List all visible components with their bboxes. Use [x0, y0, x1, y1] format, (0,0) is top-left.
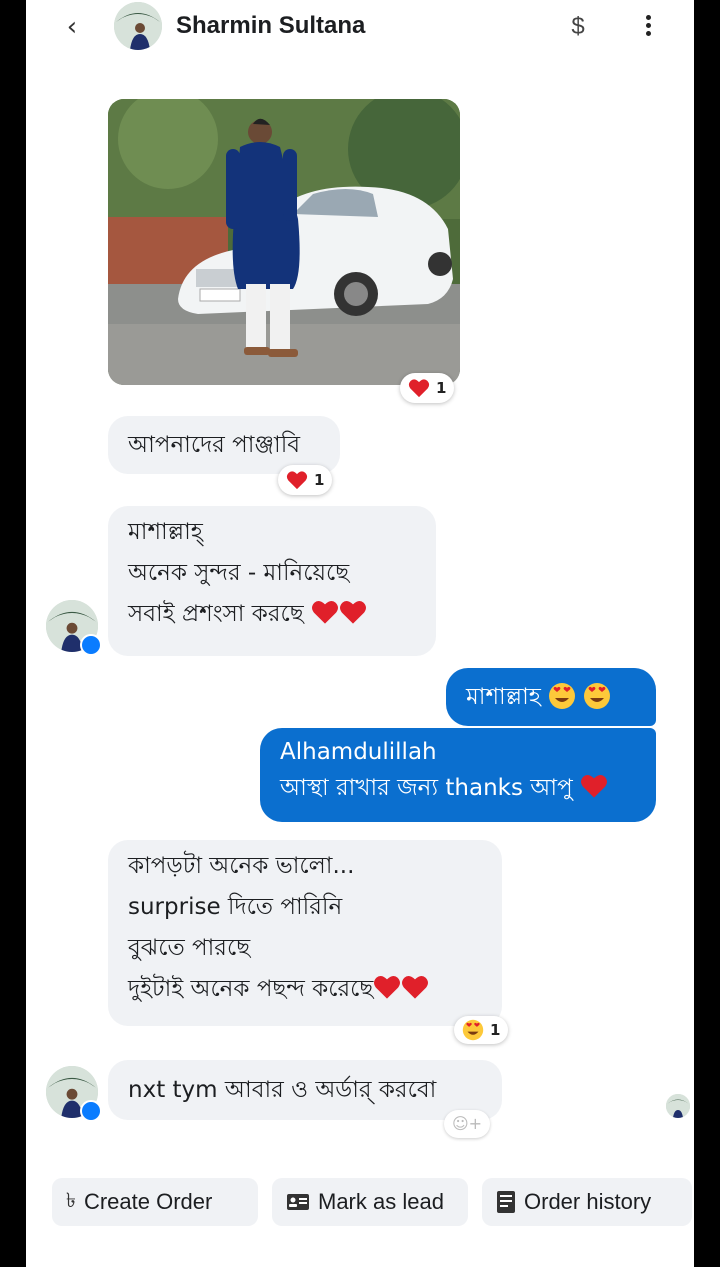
message-line: Alhamdulillah — [280, 739, 437, 765]
heart-emoji-icon — [340, 600, 367, 624]
heart-eyes-reaction[interactable]: 1 — [454, 1016, 509, 1044]
photo-message[interactable] — [108, 99, 460, 385]
order-history-button[interactable]: Order history — [482, 1178, 692, 1226]
heart-icon — [286, 471, 308, 490]
heart-emoji-icon — [402, 975, 429, 999]
heart-icon — [408, 379, 430, 398]
chevron-left-icon: ‹ — [66, 12, 78, 42]
chat-header: ‹ Sharmin Sultana $ — [26, 0, 694, 56]
incoming-message[interactable]: nxt tym আবার ও অর্ডার্ করবো — [108, 1060, 502, 1120]
message-line-text: আস্থা রাখার জন্য thanks আপু — [280, 775, 573, 801]
message-line-text: দুইটাই অনেক পছন্দ করেছে — [128, 976, 374, 1002]
seen-indicator-avatar — [666, 1094, 690, 1118]
messenger-badge-icon — [80, 1100, 102, 1122]
message-text: মাশাল্লাহ — [466, 684, 541, 710]
message-line: অনেক সুন্দর - মানিয়েছে — [128, 560, 350, 586]
message-line: surprise দিতে পারিনি — [128, 894, 343, 920]
profile-photo-icon — [114, 2, 162, 50]
reaction-count: 1 — [314, 471, 325, 489]
contact-name[interactable]: Sharmin Sultana — [176, 12, 365, 40]
more-options-button[interactable] — [634, 12, 662, 42]
heart-eyes-emoji-icon — [584, 683, 611, 709]
message-line: সবাই প্রশংসা করছে — [128, 594, 416, 635]
messenger-badge-icon — [80, 634, 102, 656]
back-button[interactable]: ‹ — [60, 12, 84, 42]
profile-photo-icon — [666, 1094, 690, 1118]
add-reaction-button[interactable]: ☺+ — [444, 1110, 490, 1138]
message-line: আস্থা রাখার জন্য thanks আপু — [280, 770, 636, 806]
heart-eyes-emoji-icon — [462, 1019, 484, 1041]
message-line: কাপড়টা অনেক ভালো... — [128, 853, 355, 879]
message-line: দুইটাই অনেক পছন্দ করেছে — [128, 969, 482, 1010]
taka-icon: ৳ — [66, 1189, 76, 1212]
smiley-plus-icon: ☺+ — [451, 1114, 483, 1133]
contact-card-icon — [286, 1193, 310, 1211]
chat-screen: ‹ Sharmin Sultana $ 1 আপনাদের পাঞ্জাবি 1… — [26, 0, 694, 1267]
heart-emoji-icon — [581, 774, 608, 798]
quick-actions-bar: ৳ Create Order Mark as lead Order histor… — [26, 1178, 694, 1228]
payment-button[interactable]: $ — [564, 12, 592, 42]
heart-emoji-icon — [312, 600, 339, 624]
create-order-button[interactable]: ৳ Create Order — [52, 1178, 258, 1226]
outgoing-message[interactable]: Alhamdulillah আস্থা রাখার জন্য thanks আপ… — [260, 728, 656, 822]
document-list-icon — [496, 1190, 516, 1214]
heart-reaction[interactable]: 1 — [278, 465, 333, 495]
message-text: আপনাদের পাঞ্জাবি — [128, 432, 301, 458]
avatar[interactable] — [114, 2, 162, 50]
create-order-label: Create Order — [83, 1189, 213, 1214]
heart-emoji-icon — [374, 975, 401, 999]
message-line: বুঝতে পারছে — [128, 935, 251, 961]
dollar-icon: $ — [571, 13, 585, 40]
reaction-count: 1 — [436, 379, 447, 397]
incoming-message[interactable]: মাশাল্লাহ্ অনেক সুন্দর - মানিয়েছে সবাই … — [108, 506, 436, 656]
message-text: nxt tym আবার ও অর্ডার্ করবো — [128, 1077, 437, 1103]
message-line-text: সবাই প্রশংসা করছে — [128, 601, 304, 627]
outgoing-message[interactable]: মাশাল্লাহ — [446, 668, 656, 726]
more-vertical-icon — [634, 15, 662, 36]
heart-eyes-emoji-icon — [549, 683, 576, 709]
photo-image — [108, 99, 460, 385]
heart-reaction[interactable]: 1 — [400, 373, 455, 403]
mark-as-lead-button[interactable]: Mark as lead — [272, 1178, 468, 1226]
order-history-label: Order history — [524, 1189, 652, 1214]
mark-as-lead-label: Mark as lead — [318, 1189, 444, 1214]
incoming-message[interactable]: কাপড়টা অনেক ভালো... surprise দিতে পারিন… — [108, 840, 502, 1026]
message-line: মাশাল্লাহ্ — [128, 519, 203, 545]
reaction-count: 1 — [490, 1021, 501, 1039]
